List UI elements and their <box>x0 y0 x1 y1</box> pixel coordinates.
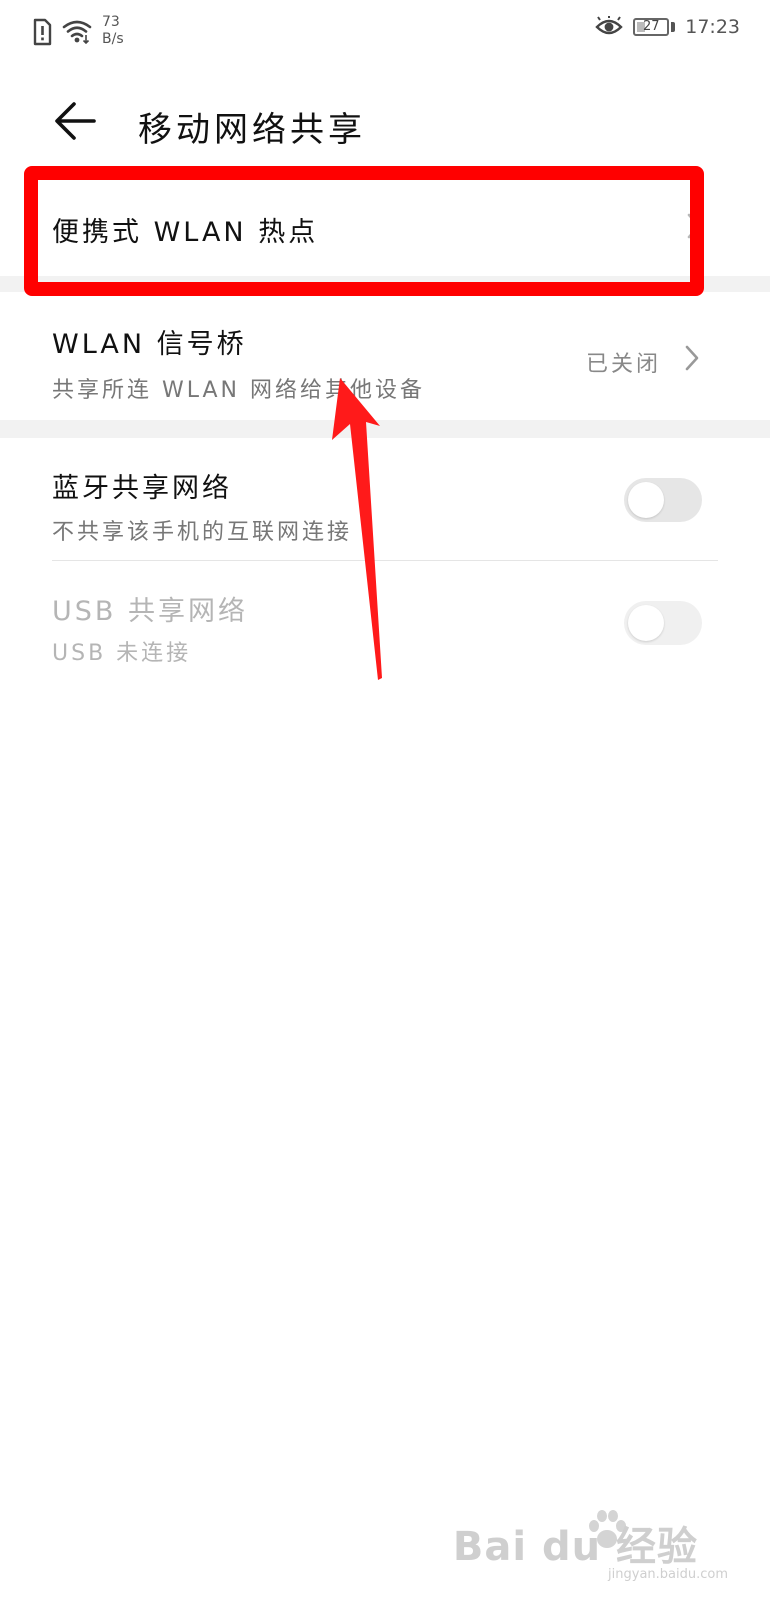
usb-tethering-title: USB 共享网络 <box>52 596 249 627</box>
page-title: 移动网络共享 <box>138 110 366 150</box>
app-header: 移动网络共享 <box>0 80 770 166</box>
annotation-highlight-box <box>24 166 704 296</box>
battery-icon: 27 <box>633 18 670 36</box>
watermark-logo-text: Bai du 经验 <box>452 1524 698 1570</box>
status-bar: 73 B/s 27 17:23 <box>0 0 770 64</box>
chevron-right-icon <box>685 345 699 371</box>
toggle-knob <box>628 605 664 641</box>
battery-cap <box>671 22 676 32</box>
wlan-bridge-status: 已关闭 <box>586 352 662 377</box>
eye-icon <box>595 16 623 35</box>
watermark: Bai du 经验 jingyan.baidu.com <box>453 1506 742 1586</box>
sim-alert-icon <box>33 18 52 46</box>
bluetooth-tethering-toggle[interactable] <box>624 478 702 522</box>
watermark-url: jingyan.baidu.com <box>608 1567 728 1582</box>
battery-level: 27 <box>642 19 660 34</box>
status-bar-right: 27 17:23 <box>595 16 740 38</box>
toggle-knob <box>628 482 664 518</box>
network-speed: 73 B/s <box>102 14 124 48</box>
clock: 17:23 <box>685 16 740 38</box>
network-speed-unit: B/s <box>102 31 124 47</box>
annotation-arrow-icon <box>332 378 382 680</box>
usb-tethering-subtitle: USB 未连接 <box>52 641 192 666</box>
wifi-icon <box>62 20 92 44</box>
network-speed-value: 73 <box>102 14 120 30</box>
usb-tethering-toggle[interactable] <box>624 601 702 645</box>
bluetooth-tethering-title: 蓝牙共享网络 <box>52 473 232 504</box>
back-arrow-icon[interactable] <box>52 100 98 142</box>
screen: 73 B/s 27 17:23 移动网络共享 便携式 WLAN 热点 WLAN … <box>0 0 770 1600</box>
wlan-bridge-title: WLAN 信号桥 <box>52 329 247 360</box>
status-bar-left: 73 B/s <box>32 14 124 48</box>
